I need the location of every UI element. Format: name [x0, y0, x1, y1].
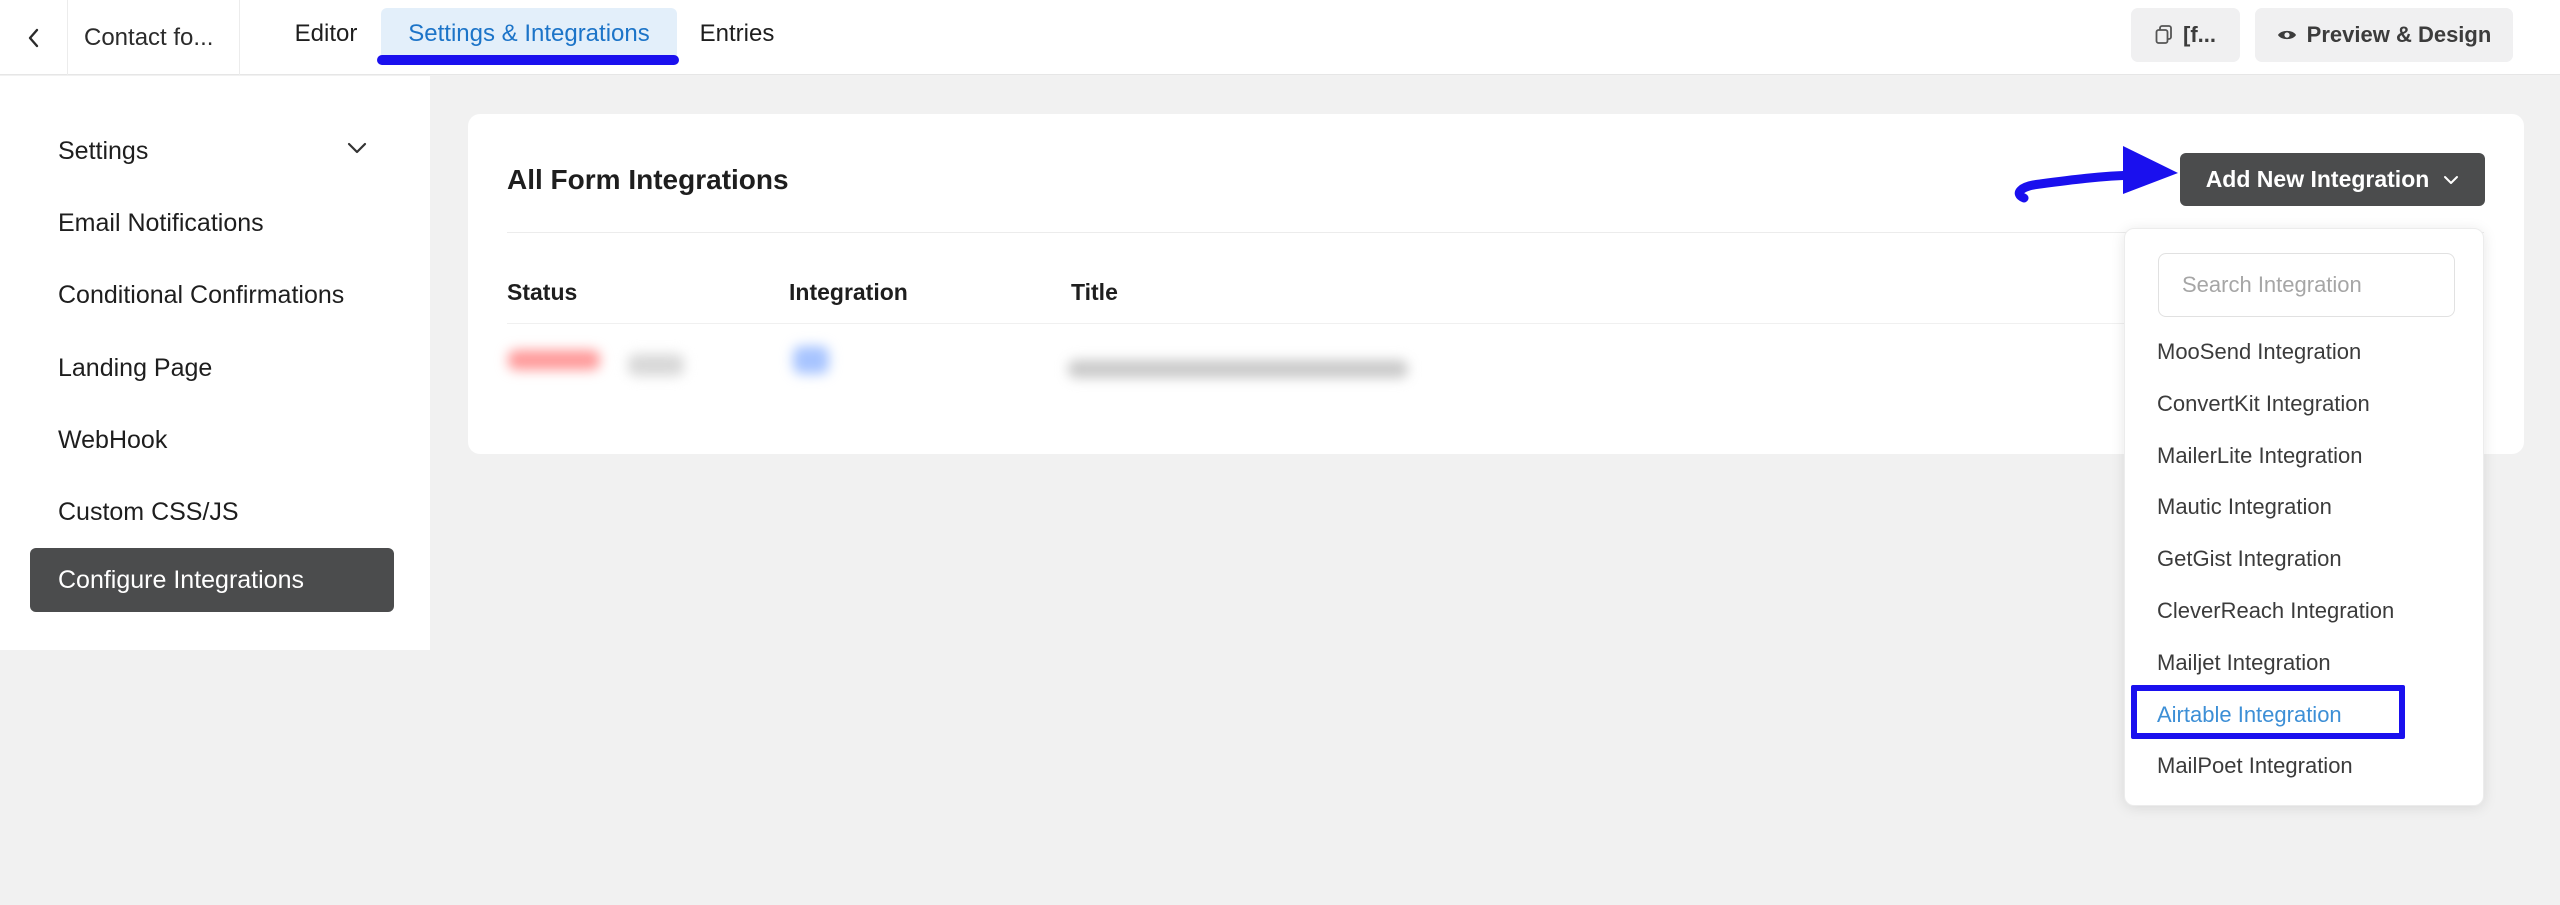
column-header-title: Title	[1071, 279, 1118, 305]
dropdown-item-getgist[interactable]: GetGist Integration	[2157, 546, 2342, 572]
highlight-box-annotation	[2131, 685, 2405, 739]
sidebar-item-label: Custom CSS/JS	[58, 497, 239, 526]
preview-design-label: Preview & Design	[2306, 22, 2492, 47]
chevron-down-icon	[347, 142, 367, 154]
sidebar-item-label: WebHook	[58, 425, 168, 454]
dropdown-item-convertkit[interactable]: ConvertKit Integration	[2157, 391, 2370, 417]
chevron-left-icon	[28, 28, 38, 47]
eye-icon	[2277, 30, 2296, 40]
shortcode-label: [f...	[2183, 22, 2216, 47]
sidebar-item-custom-css-js[interactable]: Custom CSS/JS	[30, 480, 394, 544]
sidebar-item-label: Conditional Confirmations	[58, 280, 345, 309]
top-bar: Contact fo... Editor Settings & Integrat…	[0, 0, 2560, 75]
settings-sidebar: Settings Email Notifications Conditional…	[0, 76, 430, 650]
sidebar-item-landing-page[interactable]: Landing Page	[30, 336, 394, 400]
column-header-integration: Integration	[789, 279, 908, 305]
dropdown-item-mailerlite[interactable]: MailerLite Integration	[2157, 443, 2362, 469]
sidebar-item-configure-integrations[interactable]: Configure Integrations	[30, 548, 394, 612]
sidebar-item-label: Landing Page	[58, 353, 213, 382]
tab-entries[interactable]: Entries	[680, 8, 794, 60]
tab-editor[interactable]: Editor	[276, 8, 376, 60]
integration-title-blurred	[1068, 360, 1408, 378]
dropdown-item-moosend[interactable]: MooSend Integration	[2157, 339, 2361, 365]
sidebar-item-settings[interactable]: Settings	[30, 119, 394, 183]
integration-logo-blurred	[793, 346, 829, 374]
sidebar-item-label: Configure Integrations	[58, 565, 304, 594]
preview-design-button[interactable]: Preview & Design	[2255, 8, 2513, 62]
add-new-integration-button[interactable]: Add New Integration	[2180, 153, 2485, 206]
form-name[interactable]: Contact fo...	[68, 0, 240, 75]
tab-highlight-annotation	[377, 55, 679, 65]
sidebar-item-email-notifications[interactable]: Email Notifications	[30, 191, 394, 255]
page-title: All Form Integrations	[507, 164, 789, 195]
sidebar-item-label: Email Notifications	[58, 208, 264, 237]
toggle-blurred	[628, 354, 684, 376]
search-integration-input[interactable]	[2158, 253, 2455, 317]
sidebar-item-label: Settings	[58, 136, 149, 165]
dropdown-item-mailjet[interactable]: Mailjet Integration	[2157, 650, 2331, 676]
dropdown-item-cleverreach[interactable]: CleverReach Integration	[2157, 598, 2394, 624]
sidebar-item-webhook[interactable]: WebHook	[30, 408, 394, 472]
add-new-integration-label: Add New Integration	[2205, 166, 2430, 192]
back-button[interactable]	[0, 0, 68, 75]
sidebar-item-conditional-confirmations[interactable]: Conditional Confirmations	[30, 263, 394, 327]
dropdown-item-mailpoet[interactable]: MailPoet Integration	[2157, 753, 2353, 779]
integration-dropdown: MooSend Integration ConvertKit Integrati…	[2124, 228, 2484, 806]
status-badge-blurred	[508, 350, 600, 370]
copy-icon	[2155, 25, 2172, 44]
column-header-status: Status	[507, 279, 578, 305]
shortcode-button[interactable]: [f...	[2131, 8, 2240, 62]
arrow-annotation-icon	[2014, 146, 2178, 203]
dropdown-item-mautic[interactable]: Mautic Integration	[2157, 494, 2332, 520]
chevron-down-icon	[2444, 175, 2459, 184]
tab-settings-integrations[interactable]: Settings & Integrations	[381, 8, 677, 60]
